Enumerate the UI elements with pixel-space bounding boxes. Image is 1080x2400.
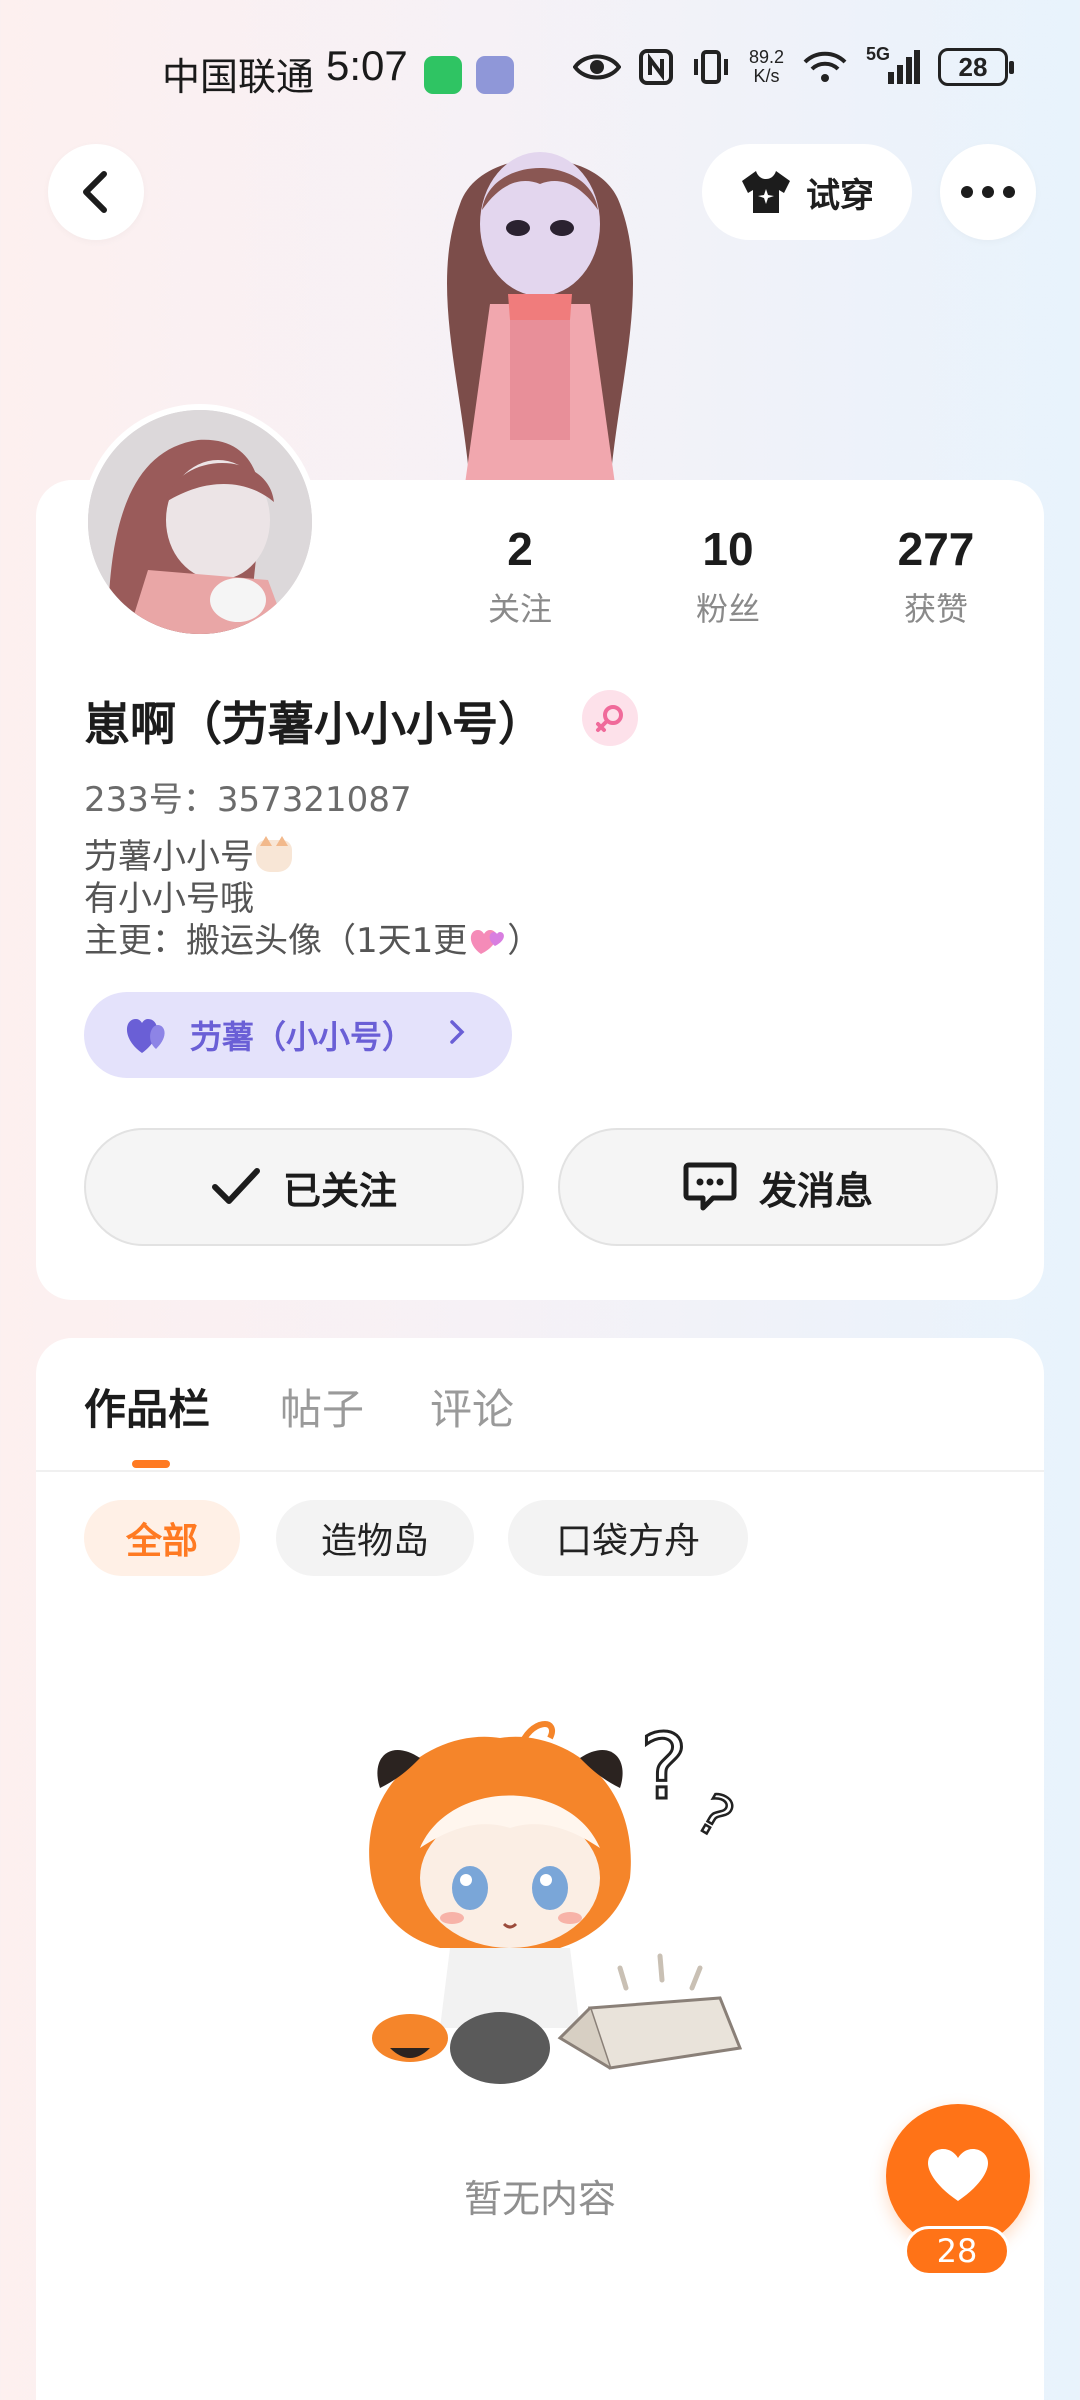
bio-line: 有小小号哦 bbox=[84, 879, 254, 919]
stat-followers[interactable]: 10 粉丝 bbox=[624, 522, 832, 630]
bio: 芀薯小小号 有小小号哦 主更：搬运头像（1天1更 ） bbox=[84, 836, 541, 962]
bio-line-text: 主更：搬运头像（1天1更 bbox=[84, 921, 468, 961]
filter-pocket-ark[interactable]: 口袋方舟 bbox=[508, 1500, 748, 1576]
filter-all[interactable]: 全部 bbox=[84, 1500, 240, 1576]
wechat-notification-icon bbox=[424, 56, 462, 94]
back-button[interactable] bbox=[48, 144, 144, 240]
send-message-label: 发消息 bbox=[758, 1168, 873, 1213]
following-label: 已关注 bbox=[282, 1168, 397, 1213]
tab-works[interactable]: 作品栏 bbox=[84, 1376, 210, 1437]
stat-label: 获赞 bbox=[903, 590, 968, 628]
profile-stats: 2 关注 10 粉丝 277 获赞 bbox=[416, 522, 1040, 630]
app-notification-icon bbox=[476, 56, 514, 94]
svg-text:?: ? bbox=[686, 1781, 744, 1852]
checkmark-icon bbox=[211, 1168, 260, 1204]
cat-emoji-icon bbox=[256, 836, 292, 872]
shirt-icon bbox=[742, 171, 790, 213]
fan-group-chip[interactable]: 芀薯（小小号） bbox=[84, 992, 512, 1078]
network-speed-value: 89.2 bbox=[748, 47, 784, 67]
two-hearts-icon bbox=[471, 930, 505, 954]
like-count-badge: 28 bbox=[904, 2226, 1010, 2276]
fan-group-label: 芀薯（小小号） bbox=[190, 1018, 415, 1056]
bio-line-close: ） bbox=[507, 921, 542, 961]
avatar-image bbox=[88, 410, 312, 634]
nfc-icon bbox=[638, 49, 673, 85]
carrier-label: 中国联通 bbox=[162, 57, 315, 99]
battery-icon: 28 bbox=[938, 48, 1014, 86]
filter-creation-island[interactable]: 造物岛 bbox=[276, 1500, 474, 1576]
svg-text:?: ? bbox=[640, 1718, 688, 1820]
send-message-button[interactable]: 发消息 bbox=[558, 1128, 998, 1246]
wifi-icon bbox=[803, 51, 847, 82]
chevron-left-icon bbox=[83, 171, 107, 213]
network-speed-unit: K/s bbox=[753, 66, 780, 86]
tab-indicator bbox=[132, 1460, 170, 1468]
female-icon bbox=[582, 690, 638, 746]
vibrate-icon bbox=[693, 50, 728, 84]
network-speed: 89.2 K/s bbox=[749, 48, 784, 86]
try-on-button[interactable]: 试穿 bbox=[702, 144, 912, 240]
more-button[interactable] bbox=[940, 144, 1036, 240]
chevron-right-icon bbox=[448, 1016, 466, 1054]
stat-value: 277 bbox=[897, 523, 975, 575]
stat-value: 2 bbox=[507, 523, 533, 575]
status-icons: 89.2 K/s 5G 28 bbox=[572, 44, 1014, 86]
cellular-signal-icon: 5G bbox=[866, 44, 920, 86]
heart-icon bbox=[928, 2149, 988, 2201]
status-bar: 中国联通 5:07 89.2 K/s 5G 28 bbox=[0, 0, 1080, 140]
tab-posts[interactable]: 帖子 bbox=[280, 1376, 364, 1437]
eye-icon bbox=[572, 54, 621, 80]
divider bbox=[36, 1470, 1044, 1472]
avatar[interactable] bbox=[82, 404, 318, 640]
stat-following[interactable]: 2 关注 bbox=[416, 522, 624, 630]
stat-likes[interactable]: 277 获赞 bbox=[832, 522, 1040, 630]
stat-value: 10 bbox=[702, 523, 754, 575]
bio-line: 芀薯小小号 bbox=[84, 836, 541, 878]
bio-line-text: 芀薯小小号 bbox=[84, 837, 254, 877]
stat-label: 粉丝 bbox=[695, 590, 760, 628]
following-button[interactable]: 已关注 bbox=[84, 1128, 524, 1246]
chat-bubble-icon bbox=[683, 1162, 737, 1211]
clock: 5:07 bbox=[326, 42, 408, 89]
empty-state-illustration: ? ? bbox=[369, 1718, 745, 2084]
try-on-label: 试穿 bbox=[806, 175, 874, 216]
user-id: 233号：357321087 bbox=[84, 780, 412, 820]
stat-label: 关注 bbox=[487, 590, 552, 628]
character-figure bbox=[447, 152, 633, 484]
tab-comments[interactable]: 评论 bbox=[430, 1376, 514, 1437]
username: 崽啊（芀薯小小小号） bbox=[84, 697, 544, 751]
more-horizontal-icon bbox=[961, 186, 1015, 198]
bio-line: 主更：搬运头像（1天1更 ） bbox=[84, 920, 541, 962]
heart-group-icon bbox=[126, 1019, 165, 1053]
